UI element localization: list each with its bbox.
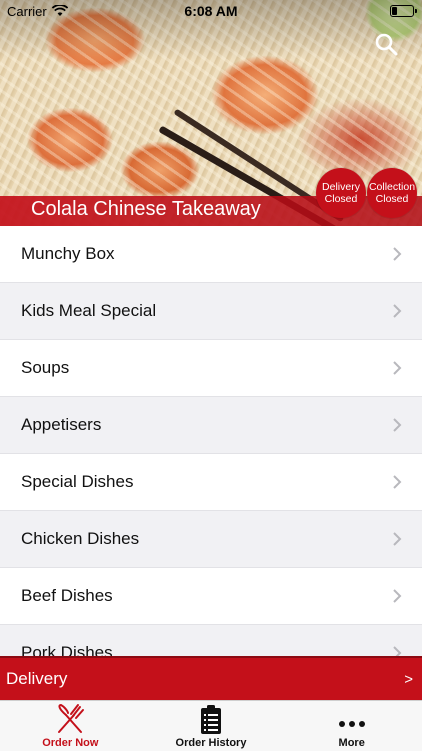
chevron-right-icon [393,646,402,656]
battery-icon [390,5,417,17]
menu-category-row[interactable]: Chicken Dishes [0,511,422,568]
menu-category-list[interactable]: Munchy Box Kids Meal Special Soups Appet… [0,226,422,656]
tab-label: Order Now [42,737,99,749]
collection-status-badge: Collection Closed [367,168,417,218]
chevron-right-icon [393,304,402,318]
chevron-right-icon [393,361,402,375]
menu-category-row[interactable]: Pork Dishes [0,625,422,656]
menu-category-label: Kids Meal Special [21,301,157,320]
tab-more[interactable]: More [281,701,422,751]
menu-category-row[interactable]: Appetisers [0,397,422,454]
menu-category-row[interactable]: Beef Dishes [0,568,422,625]
fork-knife-icon [58,703,85,733]
chevron-right-icon [393,589,402,603]
menu-category-row[interactable]: Soups [0,340,422,397]
menu-category-label: Appetisers [21,415,102,434]
order-type-label: Delivery [6,669,68,688]
store-name: Colala Chinese Takeaway [31,198,261,220]
status-bar: Carrier 6:08 AM [0,0,422,22]
tab-order-history[interactable]: Order History [141,701,282,751]
search-button[interactable] [372,30,400,58]
chevron-right-icon [393,532,402,546]
menu-category-row[interactable]: Munchy Box [0,226,422,283]
menu-category-label: Beef Dishes [21,586,113,605]
tab-label: Order History [175,737,247,749]
menu-category-label: Pork Dishes [21,643,113,656]
more-dots-icon [338,721,365,727]
collection-badge-line1: Collection [368,181,416,193]
delivery-status-badge: Delivery Closed [316,168,366,218]
status-time: 6:08 AM [184,3,238,19]
tab-order-now[interactable]: Order Now [0,701,141,751]
collection-badge-line2: Closed [375,193,409,205]
menu-category-label: Soups [21,358,70,377]
menu-category-label: Special Dishes [21,472,134,491]
chevron-right-icon [393,247,402,261]
tab-label: More [338,737,365,749]
tab-bar: Order Now Order History More [0,700,422,751]
order-type-arrow: > [404,670,413,688]
menu-category-label: Munchy Box [21,244,115,263]
menu-category-label: Chicken Dishes [21,529,140,548]
clipboard-icon [201,705,221,734]
delivery-badge-line1: Delivery [322,181,360,193]
chevron-right-icon [393,475,402,489]
order-type-bar[interactable]: Delivery > [0,656,422,700]
chevron-right-icon [393,418,402,432]
delivery-badge-line2: Closed [324,193,358,205]
menu-category-row[interactable]: Special Dishes [0,454,422,511]
menu-category-row[interactable]: Kids Meal Special [0,283,422,340]
battery-fill [392,7,398,15]
search-icon [375,33,398,56]
